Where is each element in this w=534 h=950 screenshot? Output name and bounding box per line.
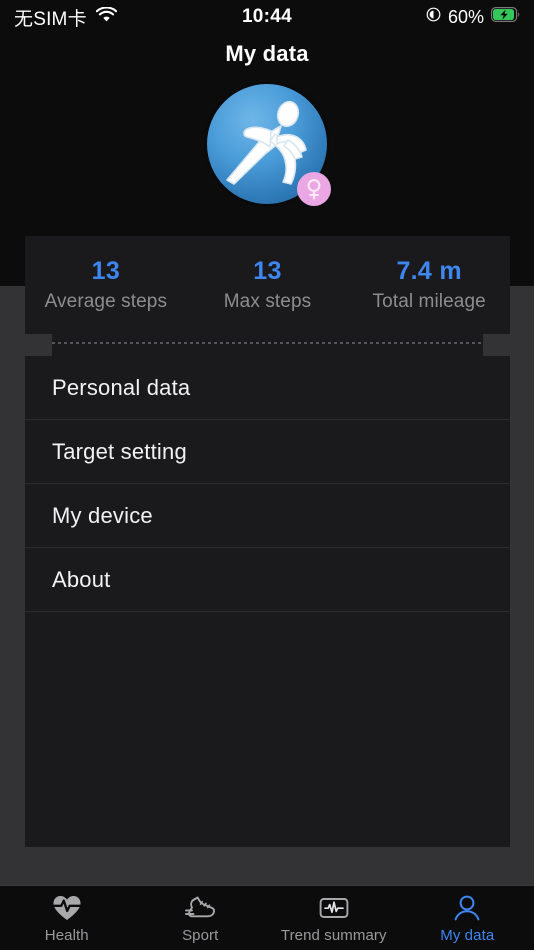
stats-summary-card: 13 Average steps 13 Max steps 7.4 m Tota…	[25, 236, 510, 334]
menu-item-label: My device	[52, 502, 153, 528]
settings-menu-card: Personal data Target setting My device A…	[25, 356, 510, 847]
bottom-tab-bar: Health Sport Trend summary My data	[0, 885, 534, 950]
dotted-divider	[52, 330, 483, 356]
heart-pulse-icon	[52, 893, 82, 923]
page-title: My data	[225, 41, 309, 66]
tab-trend-summary[interactable]: Trend summary	[267, 886, 401, 950]
sneaker-icon	[184, 893, 216, 923]
menu-item-label: About	[52, 566, 111, 592]
tab-label: My data	[440, 926, 495, 944]
tab-label: Health	[44, 926, 89, 944]
person-icon	[452, 893, 482, 923]
stat-label: Max steps	[223, 291, 312, 312]
menu-empty-space	[25, 612, 510, 847]
stat-total-mileage: 7.4 m Total mileage	[348, 236, 510, 334]
stat-label: Average steps	[44, 291, 168, 312]
tab-label: Sport	[182, 926, 219, 944]
menu-item-about[interactable]: About	[25, 548, 510, 612]
stat-value: 13	[91, 257, 121, 285]
stat-value: 7.4 m	[396, 257, 462, 285]
battery-percent-label: 60%	[447, 6, 484, 27]
status-bar-right: 60%	[426, 0, 521, 34]
ecg-monitor-icon	[319, 893, 349, 923]
menu-item-label: Target setting	[52, 438, 187, 464]
avatar[interactable]	[207, 84, 331, 206]
tab-my-data[interactable]: My data	[401, 886, 534, 950]
stat-value: 13	[253, 257, 282, 285]
dotted-line	[52, 342, 483, 344]
menu-item-my-device[interactable]: My device	[25, 484, 510, 548]
tab-sport[interactable]: Sport	[134, 886, 268, 950]
menu-item-target-setting[interactable]: Target setting	[25, 420, 510, 484]
stat-label: Total mileage	[372, 291, 486, 312]
menu-item-label: Personal data	[52, 374, 191, 400]
status-bar: 无SIM卡 10:44 60%	[0, 0, 534, 34]
stat-average-steps: 13 Average steps	[25, 236, 187, 334]
tab-label: Trend summary	[280, 926, 387, 944]
menu-item-personal-data[interactable]: Personal data	[25, 356, 510, 420]
female-symbol-icon	[307, 179, 321, 200]
battery-charging-icon	[491, 7, 521, 27]
location-services-icon	[426, 7, 441, 27]
tab-health[interactable]: Health	[0, 886, 134, 950]
app-screen: 无SIM卡 10:44 60% My data 13 Average steps…	[0, 0, 534, 950]
stat-max-steps: 13 Max steps	[187, 236, 349, 334]
gender-badge	[297, 172, 331, 206]
